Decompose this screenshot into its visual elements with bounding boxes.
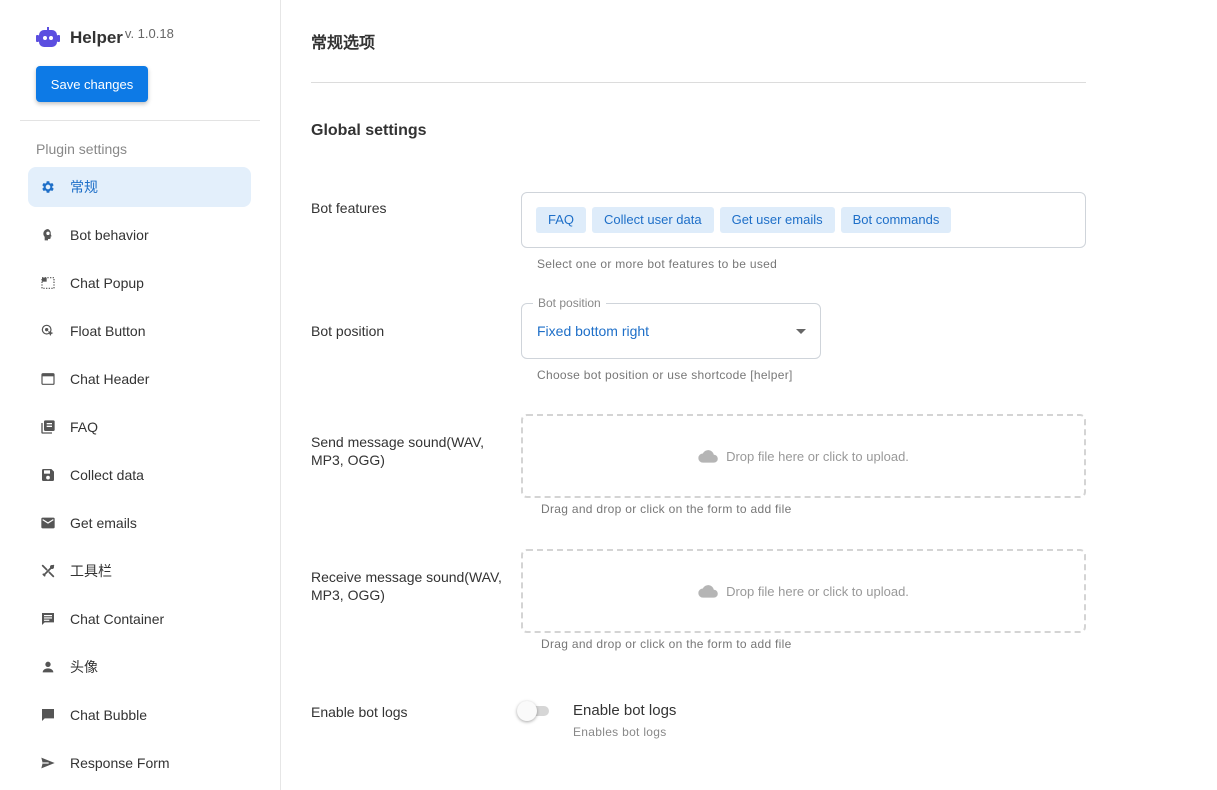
send-icon: [40, 755, 56, 771]
dropzone-text: Drop file here or click to upload.: [726, 448, 909, 464]
sidebar-item-label: 工具栏: [70, 563, 112, 579]
group-title: Global settings: [311, 122, 427, 139]
sidebar-item-label: Chat Container: [70, 611, 165, 627]
sidebar-item-float-button[interactable]: Float Button: [28, 311, 251, 351]
bot-position-label: Bot position: [311, 323, 385, 339]
brand-name: Helper: [70, 28, 123, 47]
dropzone-text: Drop file here or click to upload.: [726, 583, 909, 599]
sidebar-item-avatar[interactable]: 头像: [28, 647, 251, 687]
sidebar-item-toolbar[interactable]: 工具栏: [28, 551, 251, 591]
feature-chip[interactable]: Collect user data: [592, 207, 714, 233]
save-changes-button[interactable]: Save changes: [36, 66, 148, 102]
library-icon: [40, 419, 56, 435]
sidebar-item-label: Collect data: [70, 467, 144, 483]
dropzone-content: Drop file here or click to upload.: [698, 584, 909, 599]
bot-logs-toggle-description: Enables bot logs: [573, 725, 667, 739]
receive-sound-dropzone[interactable]: Drop file here or click to upload.: [521, 549, 1086, 633]
cloud-icon: [698, 585, 718, 598]
sidebar-item-label: Bot behavior: [70, 227, 149, 243]
sidebar-item-faq[interactable]: FAQ: [28, 407, 251, 447]
sidebar-item-general[interactable]: 常规: [28, 167, 251, 207]
touch-icon: [40, 323, 56, 339]
sidebar: Helper v. 1.0.18 Save changes Plugin set…: [0, 0, 281, 790]
sidebar-item-chat-bubble[interactable]: Chat Bubble: [28, 695, 251, 735]
person-icon: [40, 659, 56, 675]
main-content: 常规选项 Global settings Bot features FAQ Co…: [281, 0, 1217, 790]
bot-features-helper: Select one or more bot features to be us…: [537, 257, 778, 271]
sidebar-item-label: 头像: [70, 659, 98, 675]
sidebar-item-label: Float Button: [70, 323, 146, 339]
sidebar-item-chat-header[interactable]: Chat Header: [28, 359, 251, 399]
mail-icon: [40, 515, 56, 531]
feature-chip[interactable]: FAQ: [536, 207, 587, 233]
brand: Helper v. 1.0.18: [36, 26, 174, 49]
feature-chip[interactable]: Get user emails: [719, 207, 835, 233]
sidebar-item-chat-container[interactable]: Chat Container: [28, 599, 251, 639]
sidebar-item-bot-behavior[interactable]: Bot behavior: [28, 215, 251, 255]
sidebar-item-label: Response Form: [70, 755, 170, 771]
send-sound-helper: Drag and drop or click on the form to ad…: [541, 502, 792, 516]
cloud-icon: [698, 450, 718, 463]
sidebar-subheader: Plugin settings: [36, 141, 128, 157]
bot-logs-toggle-label: Enable bot logs: [573, 702, 677, 719]
sidebar-divider: [20, 120, 260, 121]
brand-version: v. 1.0.18: [124, 26, 174, 41]
sidebar-item-chat-popup[interactable]: Chat Popup: [28, 263, 251, 303]
bot-features-label: Bot features: [311, 200, 387, 216]
bot-logs-label: Enable bot logs: [311, 704, 408, 720]
sidebar-item-collect-data[interactable]: Collect data: [28, 455, 251, 495]
sidebar-item-label: 常规: [70, 179, 98, 195]
receive-sound-label: Receive message sound(WAV, MP3, OGG): [311, 569, 502, 603]
robot-logo-icon: [36, 27, 60, 47]
popup-icon: [40, 275, 56, 291]
bot-features-multiselect[interactable]: FAQ Collect user data Get user emails Bo…: [521, 192, 1086, 248]
sidebar-item-label: Get emails: [70, 515, 137, 531]
bot-position-select[interactable]: Bot position Fixed bottom right: [521, 296, 821, 359]
bot-position-helper: Choose bot position or use shortcode [he…: [537, 368, 793, 382]
sidebar-item-label: Chat Popup: [70, 275, 144, 291]
sidebar-item-label: Chat Bubble: [70, 707, 148, 723]
receive-sound-helper: Drag and drop or click on the form to ad…: [541, 637, 792, 651]
toggle-knob: [517, 701, 537, 721]
sidebar-item-label: Chat Header: [70, 371, 150, 387]
page-title: 常规选项: [311, 35, 376, 52]
sidebar-item-get-emails[interactable]: Get emails: [28, 503, 251, 543]
feature-chip[interactable]: Bot commands: [840, 207, 952, 233]
caret-down-icon: [796, 329, 806, 334]
sidebar-item-label: FAQ: [70, 419, 99, 435]
bot-position-legend: Bot position: [533, 296, 606, 310]
bot-position-value: Fixed bottom right: [537, 323, 650, 339]
dropzone-content: Drop file here or click to upload.: [698, 449, 909, 464]
save-icon: [40, 467, 56, 483]
title-divider: [311, 82, 1086, 83]
sidebar-item-response-form[interactable]: Response Form: [28, 743, 251, 783]
sidebar-nav: 常规 Bot behavior Chat Popup Float Button: [28, 167, 251, 790]
send-sound-label: Send message sound(WAV, MP3, OGG): [311, 434, 485, 468]
window-icon: [40, 371, 56, 387]
send-sound-dropzone[interactable]: Drop file here or click to upload.: [521, 414, 1086, 498]
gear-icon: [40, 179, 56, 195]
bubble-icon: [40, 707, 56, 723]
app-root: Helper v. 1.0.18 Save changes Plugin set…: [0, 0, 1217, 790]
message-icon: [40, 611, 56, 627]
bot-logs-toggle[interactable]: [517, 701, 555, 723]
tools-icon: [40, 563, 56, 579]
brain-icon: [40, 227, 56, 243]
